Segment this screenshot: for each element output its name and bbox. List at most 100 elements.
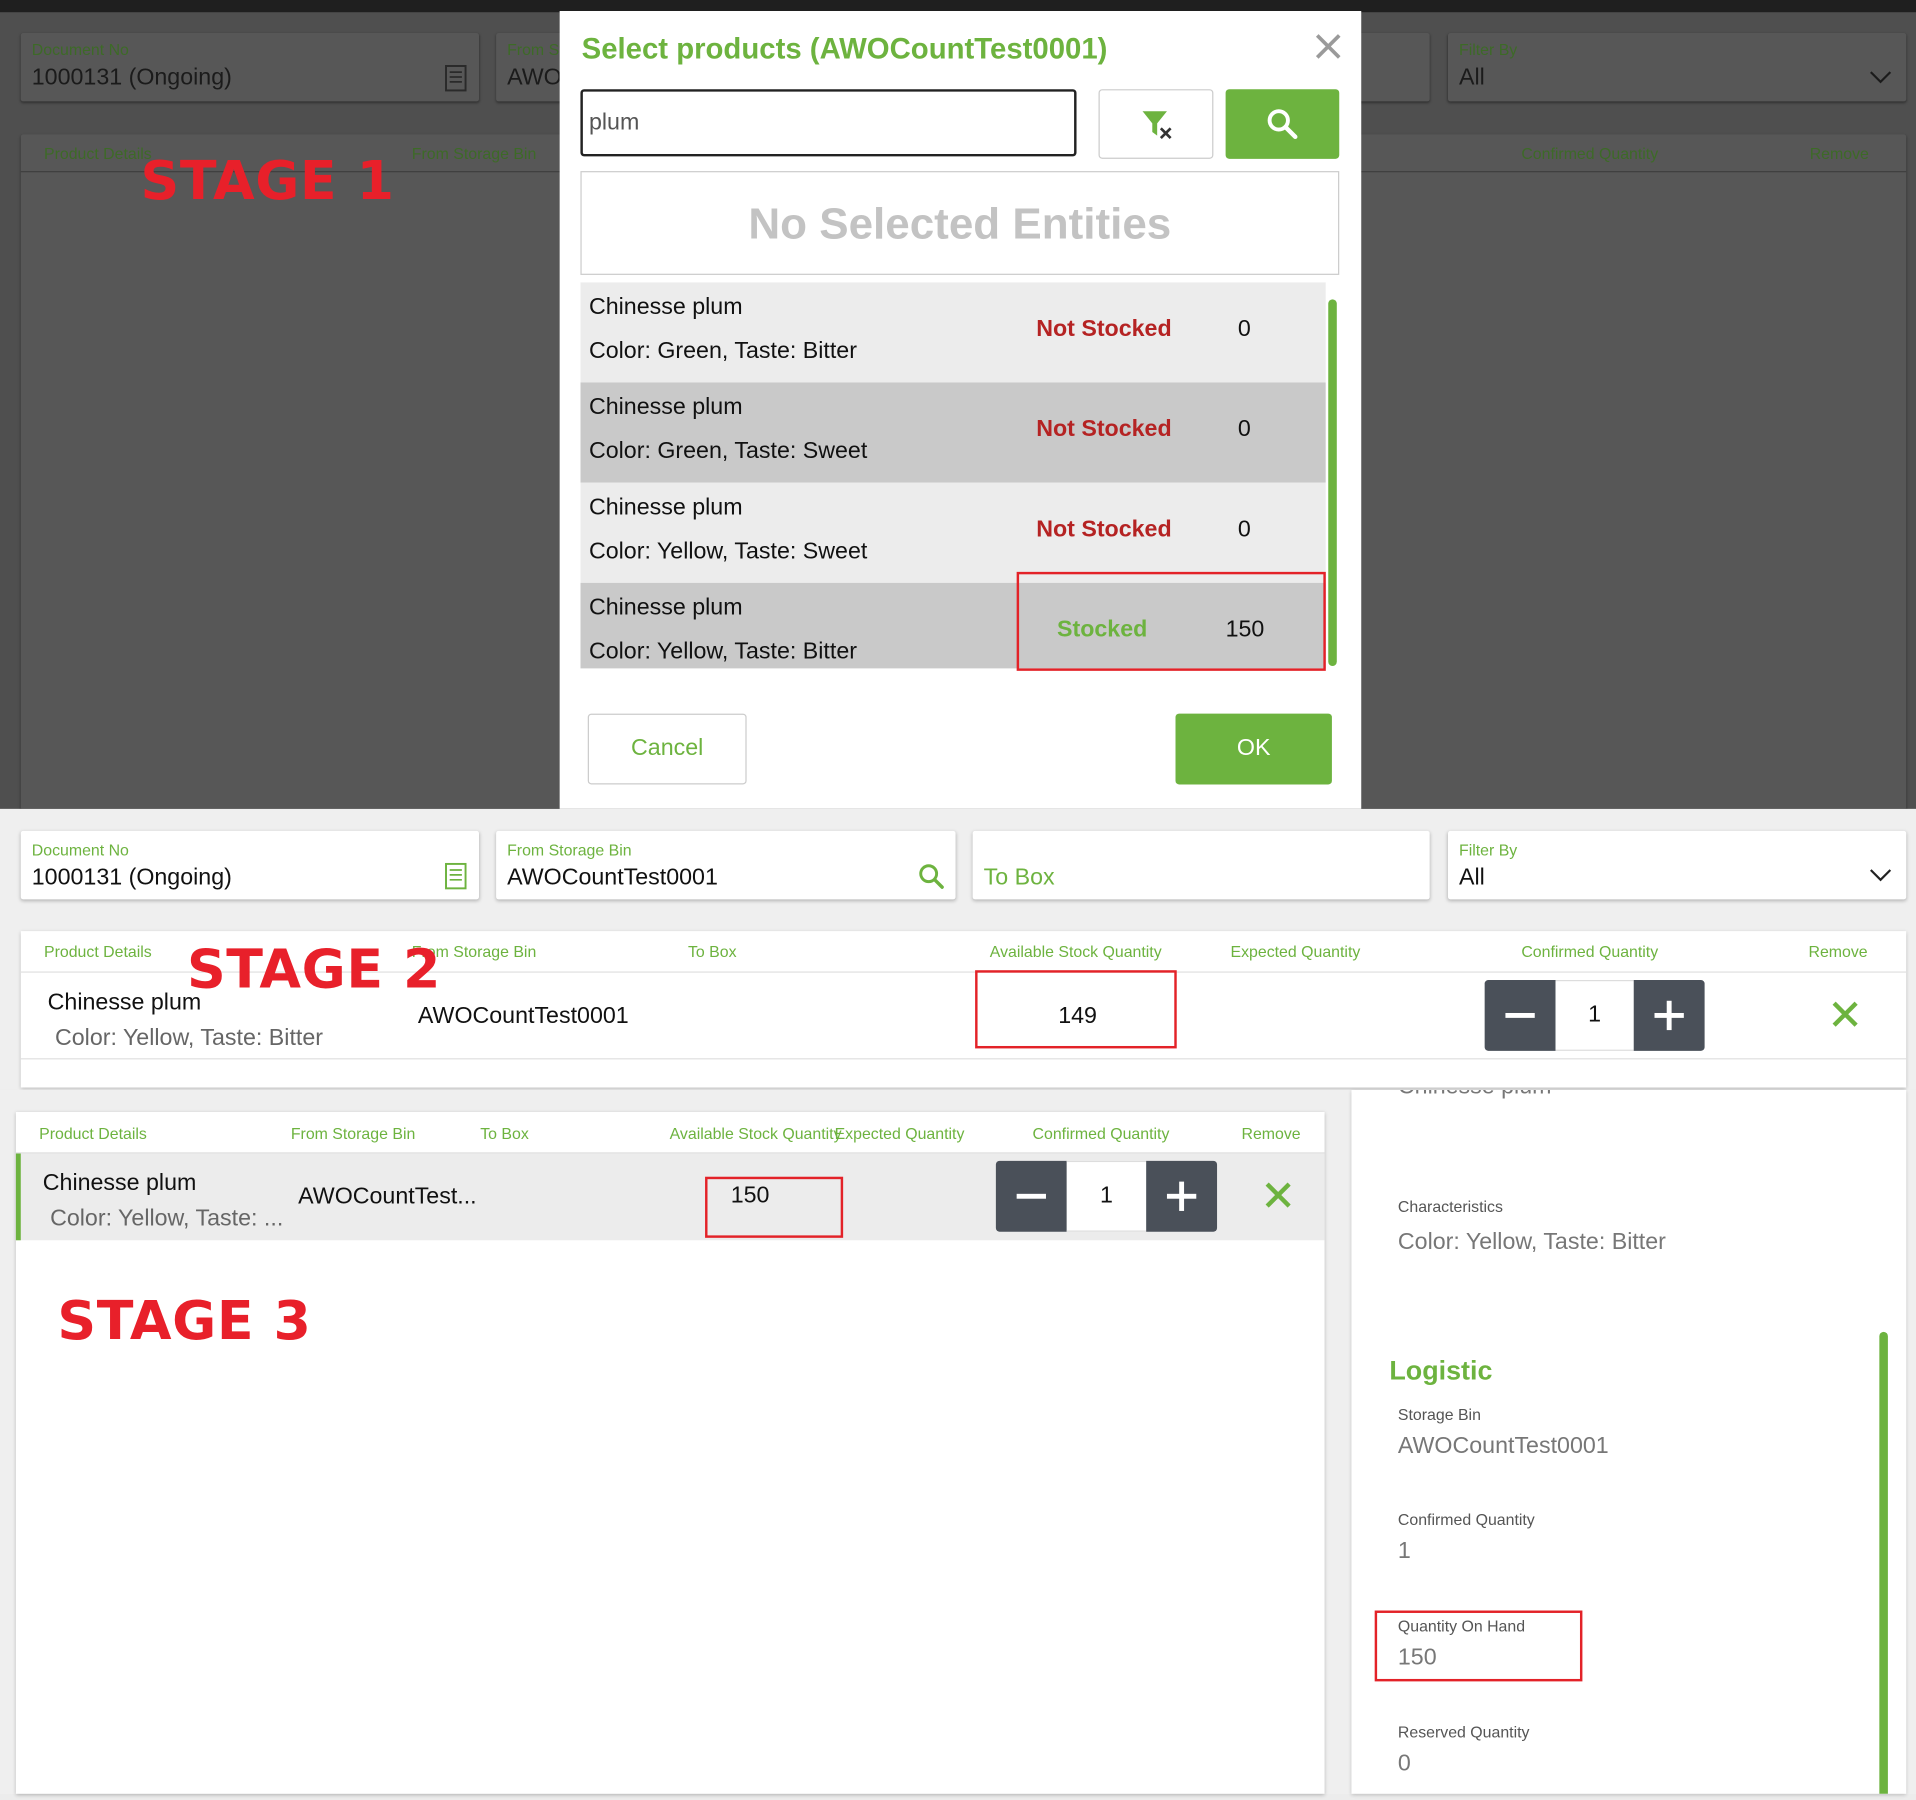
- product-name: Chinesse plum: [588, 294, 743, 321]
- stage-3-screen: Product Details From Storage Bin To Box …: [0, 1089, 1916, 1794]
- filter-by-label: Filter By: [1458, 840, 1518, 860]
- highlight-box: [1374, 1610, 1583, 1682]
- th-remove: Remove: [1808, 942, 1868, 961]
- stage-1-screen: Document No 1000131 (Ongoing) From St AW…: [0, 0, 1916, 809]
- product-name: Chinesse plum: [42, 1170, 197, 1197]
- table-row[interactable]: Chinesse plum Color: Yellow, Taste: ... …: [15, 1153, 1325, 1241]
- product-name-cut: Chinesse plum: [1398, 1090, 1552, 1101]
- close-icon[interactable]: [1312, 31, 1344, 63]
- stock-status: Not Stocked: [1036, 316, 1172, 343]
- confirmed-quantity-stepper: 1: [1484, 979, 1705, 1051]
- list-scrollbar-thumb[interactable]: [1328, 299, 1337, 666]
- th-to-box: To Box: [687, 942, 737, 961]
- product-name: Chinesse plum: [47, 989, 202, 1016]
- product-attributes: Color: Yellow, Taste: Bitter: [54, 1025, 323, 1051]
- th-confirmed-quantity: Confirmed Quantity: [1521, 144, 1659, 163]
- product-attributes: Color: Yellow, Taste: Sweet: [588, 538, 868, 565]
- list-item[interactable]: Chinesse plum Color: Green, Taste: Sweet…: [580, 382, 1326, 483]
- product-table: Product Details From Storage Bin To Box …: [15, 1111, 1325, 1794]
- from-storage-bin-field[interactable]: From Storage Bin AWOCountTest0001: [496, 830, 956, 900]
- document-list-icon[interactable]: [445, 862, 467, 890]
- to-box-field[interactable]: [1356, 32, 1430, 102]
- to-box-placeholder: To Box: [983, 865, 1055, 891]
- th-to-box: To Box: [480, 1124, 529, 1143]
- document-list-icon[interactable]: [445, 65, 467, 92]
- document-no-field[interactable]: Document No 1000131 (Ongoing): [20, 830, 480, 900]
- th-from-storage-bin: From Storage Bin: [290, 1124, 416, 1143]
- product-name: Chinesse plum: [588, 494, 743, 521]
- filter-by-select[interactable]: Filter By All: [1447, 830, 1907, 900]
- stage-1-label: STAGE 1: [140, 150, 395, 213]
- increment-button[interactable]: [1146, 1160, 1218, 1232]
- th-confirmed-quantity: Confirmed Quantity: [1032, 1124, 1170, 1143]
- stock-status: Not Stocked: [1036, 416, 1172, 443]
- panel-scrollbar-thumb[interactable]: [1879, 1331, 1888, 1794]
- from-bin-label: From St: [507, 40, 564, 59]
- product-attributes: Color: Green, Taste: Bitter: [588, 338, 857, 365]
- product-search-input[interactable]: plum: [580, 89, 1077, 157]
- stage-2-label: STAGE 2: [186, 938, 442, 1001]
- th-remove: Remove: [1809, 144, 1869, 163]
- chevron-down-icon: [1870, 71, 1892, 84]
- confirmed-quantity-stepper: 1: [995, 1160, 1218, 1232]
- storage-bin-label: Storage Bin: [1397, 1405, 1481, 1424]
- storage-bin-value: AWOCountTest...: [298, 1184, 477, 1210]
- from-storage-bin-field[interactable]: From St AWO: [496, 32, 570, 102]
- th-confirmed-quantity: Confirmed Quantity: [1521, 942, 1659, 961]
- product-name: Chinesse plum: [588, 394, 743, 421]
- filter-clear-icon: [1142, 111, 1172, 140]
- characteristics-value: Color: Yellow, Taste: Bitter: [1397, 1229, 1666, 1255]
- no-selected-entities: No Selected Entities: [580, 171, 1340, 275]
- decrement-button[interactable]: [1484, 979, 1556, 1051]
- increment-button[interactable]: [1633, 979, 1705, 1051]
- screenshot-root: Document No 1000131 (Ongoing) From St AW…: [0, 0, 1916, 1794]
- stock-status: Not Stocked: [1036, 516, 1172, 543]
- confirmed-quantity-value: 1: [1397, 1538, 1411, 1565]
- stage-2-screen: Document No 1000131 (Ongoing) From Stora…: [0, 808, 1916, 1090]
- filter-by-value: All: [1458, 865, 1485, 891]
- filter-by-select[interactable]: Filter By All: [1447, 32, 1907, 102]
- document-no-label: Document No: [31, 40, 129, 59]
- search-icon[interactable]: [918, 863, 945, 890]
- search-icon: [1267, 109, 1298, 140]
- clear-filter-button[interactable]: [1098, 89, 1214, 159]
- ok-button[interactable]: OK: [1175, 713, 1332, 785]
- product-attributes: Color: Yellow, Taste: Bitter: [588, 639, 857, 665]
- decrement-button[interactable]: [995, 1160, 1067, 1232]
- quantity-input[interactable]: 1: [1555, 979, 1634, 1051]
- document-no-field[interactable]: Document No 1000131 (Ongoing): [20, 32, 480, 102]
- th-remove: Remove: [1241, 1124, 1301, 1143]
- remove-icon[interactable]: [1830, 1000, 1859, 1029]
- quantity-input[interactable]: 1: [1066, 1160, 1147, 1232]
- from-bin-value: AWOCountTest0001: [507, 865, 718, 891]
- chevron-down-icon: [1870, 869, 1892, 882]
- th-available-stock: Available Stock Quantity: [989, 942, 1162, 961]
- remove-icon[interactable]: [1263, 1180, 1292, 1209]
- th-available-stock: Available Stock Quantity: [669, 1124, 842, 1143]
- filter-by-value: All: [1458, 64, 1485, 91]
- search-button[interactable]: [1225, 89, 1340, 159]
- list-item[interactable]: Chinesse plum Color: Yellow, Taste: Swee…: [580, 482, 1326, 583]
- reserved-quantity-value: 0: [1397, 1751, 1411, 1777]
- storage-bin-value: AWOCountTest0001: [417, 1003, 629, 1029]
- select-products-modal: Select products (AWOCountTest0001) plum: [559, 10, 1362, 809]
- list-item[interactable]: Chinesse plum Color: Green, Taste: Bitte…: [580, 282, 1326, 383]
- product-attributes: Color: Yellow, Taste: ...: [50, 1206, 284, 1232]
- th-product-details: Product Details: [43, 144, 152, 163]
- filter-by-label: Filter By: [1458, 40, 1518, 59]
- stock-quantity: 0: [1237, 416, 1251, 443]
- stock-quantity: 0: [1237, 516, 1251, 543]
- document-no-value: 1000131 (Ongoing): [31, 64, 232, 91]
- confirmed-quantity-label: Confirmed Quantity: [1397, 1510, 1535, 1529]
- th-from-storage-bin: From Storage Bin: [411, 144, 537, 163]
- highlight-box: [705, 1176, 844, 1238]
- product-attributes: Color: Green, Taste: Sweet: [588, 438, 868, 465]
- cancel-button[interactable]: Cancel: [587, 713, 747, 785]
- th-product-details: Product Details: [43, 942, 152, 961]
- row-divider: [20, 1058, 1907, 1060]
- th-expected-quantity: Expected Quantity: [1230, 942, 1361, 961]
- product-name: Chinesse plum: [588, 595, 743, 621]
- highlight-box: [975, 970, 1177, 1049]
- stock-quantity: 0: [1237, 316, 1251, 343]
- to-box-input[interactable]: To Box: [972, 830, 1430, 900]
